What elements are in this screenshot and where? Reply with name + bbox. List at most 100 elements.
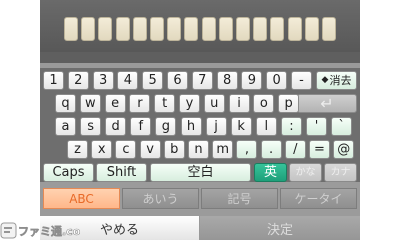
tab-hiragana[interactable]: あいう: [122, 188, 199, 209]
key-row1-1[interactable]: 2: [67, 71, 89, 90]
katakana-key[interactable]: カナ: [324, 163, 357, 182]
key-row3-1[interactable]: s: [80, 117, 102, 136]
key-row2-7[interactable]: i: [228, 94, 250, 113]
key-row1-9[interactable]: 0: [266, 71, 288, 90]
key-label: d: [111, 119, 120, 134]
key-label: 9: [247, 73, 257, 88]
key-row1-0[interactable]: 1: [43, 71, 64, 90]
key-row4-0[interactable]: z: [67, 140, 88, 159]
key-row4-3[interactable]: v: [139, 140, 161, 159]
tab-hiragana-label: あいう: [142, 192, 179, 206]
key-label: @: [337, 142, 351, 157]
key-row3-8[interactable]: l: [255, 117, 277, 136]
key-row2-1[interactable]: w: [79, 94, 101, 113]
key-label: b: [170, 142, 179, 157]
key-label: t: [162, 96, 168, 111]
key-label: r: [137, 96, 143, 111]
key-row3-0[interactable]: a: [55, 117, 76, 136]
delete-key[interactable]: ◆ 消去: [316, 71, 357, 90]
character-slot: [115, 17, 130, 41]
key-label: /: [293, 142, 298, 157]
key-row3-4[interactable]: g: [155, 117, 177, 136]
tab-abc[interactable]: ABC: [43, 188, 120, 209]
key-row3-10[interactable]: ': [306, 117, 327, 136]
key-label: 2: [74, 73, 83, 88]
return-arrow-icon: ↵: [320, 93, 334, 113]
key-row2-0[interactable]: q: [55, 94, 76, 113]
key-label: u: [210, 96, 219, 111]
caps-key[interactable]: Caps: [43, 163, 94, 182]
tab-keitai[interactable]: ケータイ: [280, 188, 357, 209]
key-label: l: [264, 119, 269, 134]
key-row1-8[interactable]: 9: [241, 71, 263, 90]
text-input-area[interactable]: [40, 0, 360, 63]
key-label: a: [61, 119, 70, 134]
key-row4-2[interactable]: c: [115, 140, 137, 159]
confirm-button[interactable]: 決定: [200, 216, 360, 240]
key-row3-7[interactable]: k: [230, 117, 252, 136]
english-key-label: 英: [263, 165, 277, 180]
key-row2-9[interactable]: p: [278, 94, 300, 113]
key-row4-7[interactable]: ,: [236, 140, 258, 159]
key-row2-6[interactable]: u: [203, 94, 225, 113]
key-row1-4[interactable]: 5: [142, 71, 164, 90]
key-row1-10[interactable]: -: [291, 71, 312, 90]
key-label: ': [314, 119, 319, 134]
key-row3-11[interactable]: `: [331, 117, 353, 136]
key-label: q: [61, 96, 70, 111]
key-row3-3[interactable]: f: [130, 117, 152, 136]
tab-abc-label: ABC: [69, 191, 94, 206]
key-row4-8[interactable]: .: [260, 140, 282, 159]
tab-symbols-label: 記号: [227, 192, 252, 206]
key-row3-9[interactable]: :: [280, 117, 302, 136]
key-label: 0: [272, 73, 281, 88]
key-label: h: [186, 119, 196, 134]
key-row2-5[interactable]: y: [179, 94, 200, 113]
character-slot: [81, 17, 96, 41]
confirm-button-label: 決定: [266, 222, 293, 238]
key-row4-11[interactable]: @: [333, 140, 355, 159]
space-key[interactable]: 空白: [150, 163, 251, 182]
key-row2-4[interactable]: t: [154, 94, 176, 113]
enter-key[interactable]: ↵: [297, 94, 357, 113]
character-slot: [64, 17, 78, 41]
english-key[interactable]: 英: [254, 163, 287, 182]
key-row4-10[interactable]: =: [309, 140, 330, 159]
key-label: 1: [49, 73, 58, 88]
key-label: o: [259, 96, 268, 111]
key-label: 3: [98, 73, 108, 88]
katakana-key-label: カナ: [330, 166, 351, 178]
shift-key[interactable]: Shift: [96, 163, 147, 182]
character-slot: [287, 17, 302, 41]
key-label: m: [216, 142, 230, 157]
key-row1-2[interactable]: 3: [92, 71, 114, 90]
key-row2-2[interactable]: e: [104, 94, 126, 113]
key-label: ,: [244, 142, 249, 157]
key-row1-5[interactable]: 6: [167, 71, 188, 90]
key-row4-5[interactable]: n: [188, 140, 209, 159]
key-row2-8[interactable]: o: [253, 94, 275, 113]
shift-key-label: Shift: [106, 165, 137, 180]
key-row4-1[interactable]: x: [91, 140, 113, 159]
key-row1-3[interactable]: 4: [117, 71, 139, 90]
key-label: w: [84, 96, 96, 111]
bottom-button-bar: やめる 決定: [40, 216, 360, 240]
key-row1-7[interactable]: 8: [216, 71, 238, 90]
character-slot: [322, 17, 336, 41]
key-label: s: [87, 119, 94, 134]
key-row4-6[interactable]: m: [212, 140, 234, 159]
key-row1-6[interactable]: 7: [191, 71, 213, 90]
tab-symbols[interactable]: 記号: [201, 188, 278, 209]
key-row3-5[interactable]: h: [180, 117, 202, 136]
key-row4-4[interactable]: b: [163, 140, 185, 159]
key-row2-3[interactable]: r: [129, 94, 151, 113]
kana-key[interactable]: かな: [289, 163, 322, 182]
key-row4-9[interactable]: /: [284, 140, 306, 159]
key-row3-2[interactable]: d: [105, 117, 127, 136]
key-label: z: [74, 142, 81, 157]
key-row3-6[interactable]: j: [205, 117, 227, 136]
input-mode-bar: ABC あいう 記号 ケータイ: [40, 182, 360, 216]
key-label: e: [111, 96, 120, 111]
character-slot: [304, 17, 319, 41]
key-label: y: [185, 96, 194, 111]
